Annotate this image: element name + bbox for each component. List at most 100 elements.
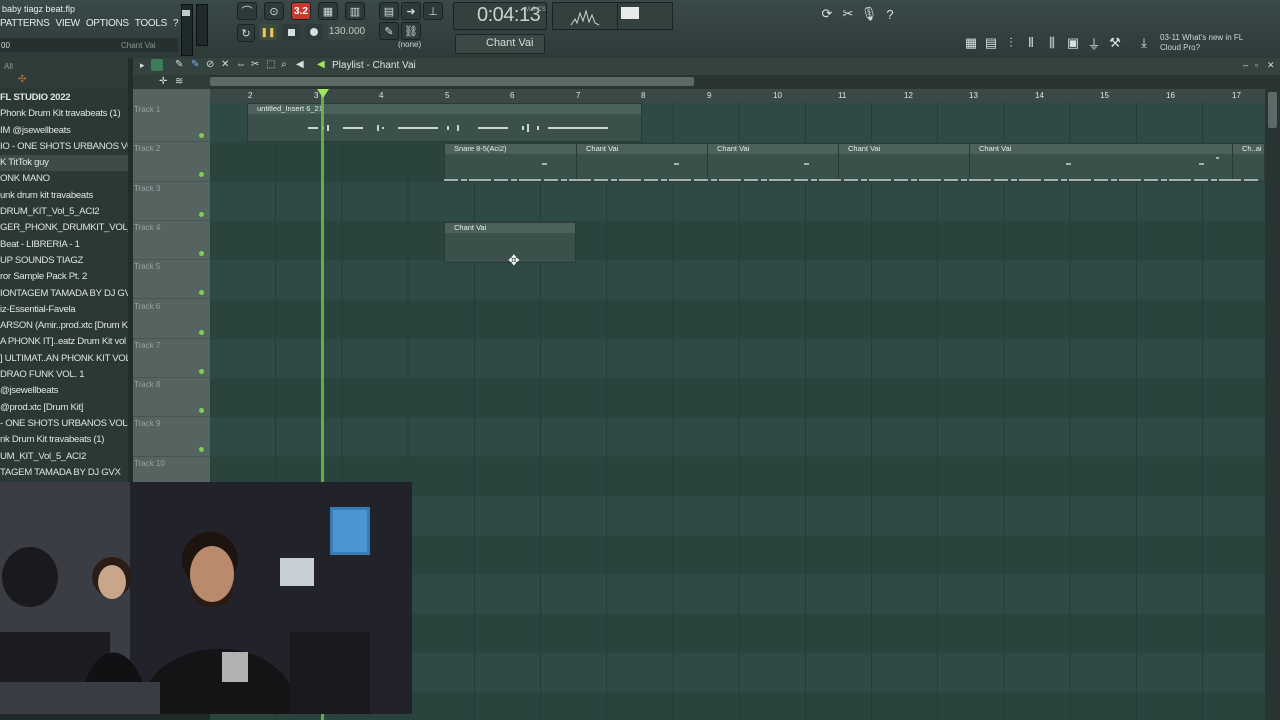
arrange-icon[interactable]: ✛ [159, 76, 167, 87]
browser-item[interactable]: ] ULTIMAT..AN PHONK KIT VOL. 3 [0, 351, 128, 367]
step-edit-icon[interactable]: ▦ [318, 2, 338, 20]
browser-filter[interactable]: All [4, 62, 13, 71]
piano-icon[interactable]: ▤ [379, 2, 399, 20]
browser-item[interactable]: IONTAGEM TAMADA BY DJ GVX [0, 286, 128, 302]
master-volume-handle[interactable] [182, 10, 190, 16]
delete-tool-icon[interactable]: ⊘ [206, 59, 214, 70]
browser-item[interactable]: ror Sample Pack Pt. 2 [0, 269, 128, 285]
song-mode-icon[interactable]: ↻ [237, 24, 255, 42]
browser-item[interactable]: IM @jsewellbeats [0, 123, 128, 139]
slice-tool-icon[interactable]: ✂ [251, 59, 259, 70]
snap-icon[interactable]: ✣ [18, 74, 26, 85]
track-mute-led[interactable] [199, 133, 204, 138]
speaker-icon[interactable]: ◀ [296, 59, 304, 70]
horizontal-scroll-thumb[interactable] [210, 77, 694, 86]
wrench-icon[interactable]: ⚒ [1106, 34, 1124, 52]
draw-tool-icon[interactable]: ✎ [175, 59, 183, 70]
plug-icon[interactable]: ⏚ [1085, 34, 1103, 52]
stamp-icon[interactable]: ⊥ [423, 2, 443, 20]
menu-tools[interactable]: TOOLS [135, 18, 168, 32]
news-line-1: 03-11 What's new in FL [1160, 33, 1244, 42]
track-name: Track 6 [134, 301, 161, 311]
browser-item[interactable]: nk Drum Kit travabeats (1) [0, 432, 128, 448]
chant-clip-2-title: Chant Vai [708, 144, 838, 154]
browser-item[interactable]: UM_KIT_Vol_5_ACI2 [0, 449, 128, 465]
loop-record-icon[interactable]: ⊙ [264, 2, 284, 20]
track-name: Track 7 [134, 340, 161, 350]
mute-tool-icon[interactable]: ✕ [221, 59, 229, 70]
channel-name: Chant Vai [486, 37, 534, 49]
scissors-icon[interactable]: ✂ [839, 5, 857, 23]
stop-button[interactable] [282, 24, 300, 40]
menu-options[interactable]: OPTIONS [86, 18, 129, 32]
help-icon[interactable]: ? [881, 5, 899, 23]
playlist-icon[interactable]: ▦ [962, 34, 980, 52]
arrow-right-icon[interactable]: ➜ [401, 2, 421, 20]
browser-icon[interactable]: ▣ [1064, 34, 1082, 52]
browser-item[interactable]: Phonk Drum Kit travabeats (1) [0, 106, 128, 122]
track-mute-led[interactable] [199, 211, 204, 217]
browser-item[interactable]: TAGEM TAMADA BY DJ GVX [0, 465, 128, 481]
browser-item[interactable]: ONK MANO [0, 171, 128, 187]
audio-clip[interactable]: untitled_Insert 6_21 [247, 103, 642, 142]
microphone-icon[interactable]: 🎙 [860, 5, 878, 23]
browser-item[interactable]: Beat - LIBRERIA - 1 [0, 237, 128, 253]
download-icon[interactable]: ⤓ [1135, 34, 1153, 52]
tempo-display[interactable]: 130.000 [328, 23, 366, 40]
track-name: Track 1 [134, 105, 161, 114]
track-mute-led[interactable] [199, 368, 204, 374]
browser-item[interactable]: - ONE SHOTS URBANOS VOL. 2 [0, 416, 128, 432]
menu-view[interactable]: VIEW [55, 18, 80, 32]
news-line-2: Cloud Pro? [1160, 43, 1201, 52]
news-panel[interactable]: 03-11 What's new in FL Cloud Pro? [1160, 33, 1243, 53]
browser-item[interactable]: DRUM_KIT_Vol_5_ACI2 [0, 204, 128, 220]
browser-item[interactable]: IO - ONE SHOTS URBANOS VOL. 2 [0, 139, 128, 155]
link-icon[interactable]: ⛓ [401, 22, 421, 40]
menu-patterns[interactable]: PATTERNS [0, 18, 50, 32]
play-button[interactable]: ❚❚ [259, 24, 277, 40]
pattern-selector[interactable]: (none) [398, 40, 421, 49]
maximize-icon[interactable]: ▫ [1255, 60, 1258, 70]
menu-help[interactable]: ? [173, 18, 179, 32]
select-tool-icon[interactable]: ⬚ [266, 59, 275, 70]
close-icon[interactable]: ✕ [1267, 60, 1275, 71]
piano-roll-icon[interactable]: ⫴ [1022, 34, 1040, 52]
mixer-icon[interactable]: ⫶ [1002, 34, 1020, 52]
browser-item[interactable]: @prod.xtc [Drum Kit] [0, 400, 128, 416]
metronome-icon[interactable]: ⌒ [237, 2, 257, 20]
paint-tool-icon[interactable]: ✎ [191, 59, 199, 70]
zoom-tool-icon[interactable]: ⌕ [281, 59, 287, 70]
browser-item[interactable]: FL STUDIO 2022 [0, 90, 128, 106]
playhead-marker-icon[interactable] [317, 89, 329, 98]
browser-item[interactable]: K TitTok guy [0, 155, 128, 172]
channel-rack-icon[interactable]: ▤ [982, 34, 1000, 52]
vertical-scrollbar[interactable] [1265, 89, 1280, 720]
record-button[interactable] [305, 24, 323, 40]
time-unit: M:S:CS [525, 7, 546, 13]
blend-notes-icon[interactable]: ▥ [345, 2, 365, 20]
bar-number: 2 [248, 91, 253, 100]
browser-item[interactable]: UP SOUNDS TIAGZ [0, 253, 128, 269]
browser-header: All ✣ [0, 58, 128, 88]
play-arrow-icon[interactable]: ▸ [140, 60, 145, 71]
waveform-icon[interactable]: ≋ [175, 76, 183, 87]
refresh-icon[interactable]: ⟳ [818, 5, 836, 23]
magnet-icon[interactable] [151, 59, 163, 71]
plugin-icon[interactable]: ⫼ [1043, 34, 1061, 52]
browser-item[interactable]: unk drum kit travabeats [0, 188, 128, 204]
pattern-arrow-icon[interactable]: ◀ [317, 59, 325, 70]
track-mute-led[interactable] [199, 250, 204, 256]
browser-item[interactable]: @jsewellbeats [0, 383, 128, 399]
browser-item[interactable]: ARSON (Amir..prod.xtc [Drum Kit] [0, 318, 128, 334]
browser-item[interactable]: DRAO FUNK VOL. 1 [0, 367, 128, 383]
browser-item[interactable]: iz-Essential-Favela [0, 302, 128, 318]
pattern-number[interactable]: 3.2 [291, 2, 311, 20]
browser-item[interactable]: A PHONK IT]..eatz Drum Kit vol 1 [0, 334, 128, 350]
master-pitch-slider[interactable] [196, 4, 208, 46]
track-mute-led[interactable] [199, 329, 204, 335]
minimize-icon[interactable]: – [1243, 60, 1248, 70]
browser-item[interactable]: GER_PHONK_DRUMKIT_VOL_3 [0, 220, 128, 236]
pencil-icon[interactable]: ✎ [379, 22, 399, 40]
slip-tool-icon[interactable]: ⇔ [236, 59, 246, 70]
vertical-scroll-thumb[interactable] [1268, 92, 1277, 128]
